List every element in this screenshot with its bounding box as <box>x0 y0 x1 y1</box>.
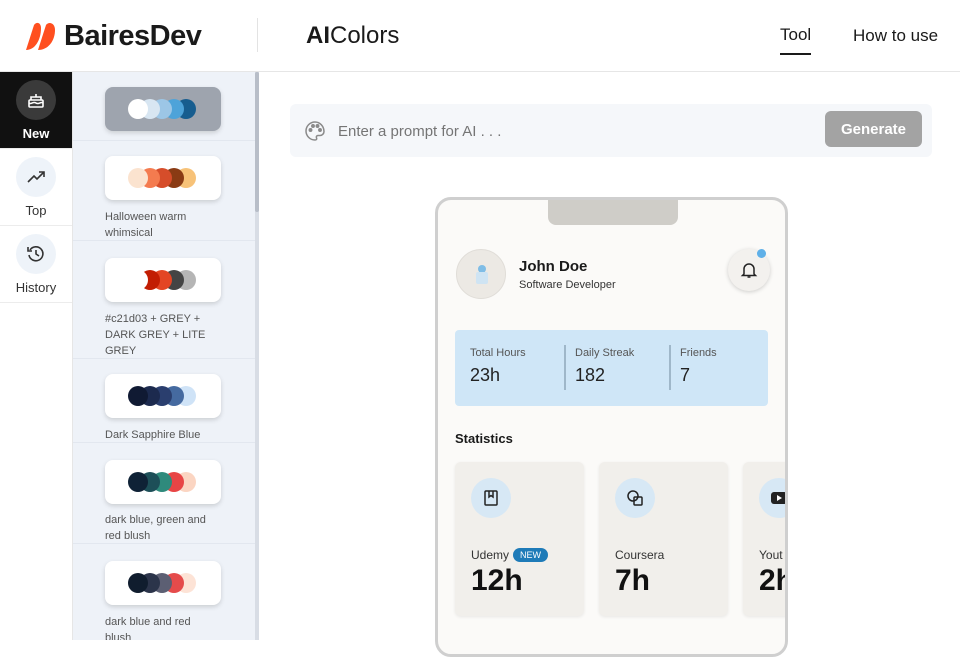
avatar-body <box>476 272 488 284</box>
course-hours: 7h <box>615 564 651 597</box>
left-rail: New Top History <box>0 72 73 640</box>
trending-up-icon <box>16 157 56 197</box>
color-swatch <box>128 573 148 593</box>
history-icon <box>16 234 56 274</box>
user-name: John Doe <box>519 258 588 275</box>
palette-item[interactable]: dark blue, green and red blush <box>73 443 256 544</box>
palette-name: Dark Sapphire Blue <box>105 429 201 441</box>
stat-value: 182 <box>575 365 606 385</box>
palette-card[interactable] <box>105 561 221 605</box>
generate-button[interactable]: Generate <box>825 111 922 147</box>
course-card-youtube[interactable]: Yout 2h <box>743 462 785 616</box>
shapes-icon <box>615 478 655 518</box>
stat-label: Daily Streak <box>575 347 635 359</box>
nav-tab-tool[interactable]: Tool <box>780 25 812 55</box>
palette-swatches <box>128 386 198 406</box>
phone-notch <box>548 200 678 225</box>
avatar <box>456 249 506 299</box>
palette-swatches <box>128 472 198 492</box>
stats-card: Total Hours 23h Daily Streak 182 Friends… <box>455 330 768 406</box>
palette-card[interactable] <box>105 156 221 200</box>
notification-dot <box>757 249 766 258</box>
palette-card[interactable] <box>105 258 221 302</box>
new-badge: NEW <box>513 548 549 562</box>
color-swatch <box>128 472 148 492</box>
palette-card-selected[interactable] <box>105 87 221 131</box>
palette-swatches <box>128 99 198 119</box>
stat-daily-streak: Daily Streak 182 <box>575 347 634 386</box>
phone-preview: John Doe Software Developer Total Hours … <box>435 197 788 657</box>
stat-total-hours: Total Hours 23h <box>470 347 526 386</box>
book-icon <box>471 478 511 518</box>
stat-divider <box>564 345 566 390</box>
color-swatch <box>128 99 148 119</box>
color-swatch <box>128 386 148 406</box>
rail-item-top[interactable]: Top <box>0 149 72 226</box>
rail-item-new[interactable]: New <box>0 72 72 149</box>
cake-icon <box>16 80 56 120</box>
brand-logo[interactable]: BairesDev <box>24 20 202 53</box>
palette-item[interactable] <box>73 72 256 141</box>
palette-name: dark blue, green and red blush <box>105 514 206 542</box>
bell-icon <box>740 263 758 278</box>
course-name-text: Udemy <box>471 548 510 562</box>
palette-card[interactable] <box>105 374 221 418</box>
rail-label-new: New <box>22 126 50 141</box>
palette-name: Halloween warm whimsical <box>105 211 187 239</box>
stat-label: Friends <box>680 347 717 359</box>
palette-name: dark blue and red blush <box>105 616 191 640</box>
color-swatch <box>128 168 148 188</box>
palette-item[interactable]: #c21d03 + GREY + DARK GREY + LITE GREY <box>73 241 256 359</box>
user-role: Software Developer <box>519 279 616 291</box>
palette-item[interactable]: Halloween warm whimsical <box>73 141 256 241</box>
stat-value: 7 <box>680 365 691 385</box>
brand-name: BairesDev <box>64 20 202 52</box>
palette-item[interactable]: Dark Sapphire Blue <box>73 359 256 443</box>
course-name: Coursera <box>615 548 665 562</box>
course-card-udemy[interactable]: Udemy NEW 12h <box>455 462 584 616</box>
video-icon <box>759 478 785 518</box>
palette-list: Halloween warm whimsical #c21d03 + GREY … <box>73 72 259 640</box>
app-header: BairesDev AIColors Tool How to use <box>0 0 960 72</box>
rail-label-history: History <box>15 280 57 295</box>
palette-card[interactable] <box>105 460 221 504</box>
palette-icon <box>304 120 326 147</box>
course-hours: 2h <box>759 564 785 597</box>
product-title-ai: AI <box>306 22 330 49</box>
palette-name: #c21d03 + GREY + DARK GREY + LITE GREY <box>105 313 206 357</box>
course-card-coursera[interactable]: Coursera 7h <box>599 462 728 616</box>
product-title-colors: Colors <box>330 22 400 49</box>
rail-label-top: Top <box>25 203 47 218</box>
course-name: Yout <box>759 548 783 562</box>
palette-list-scroll-thumb[interactable] <box>255 72 259 212</box>
stat-divider <box>669 345 671 390</box>
stat-label: Total Hours <box>470 347 526 359</box>
rail-item-history[interactable]: History <box>0 226 72 303</box>
color-swatch <box>128 270 148 290</box>
stat-value: 23h <box>470 365 501 385</box>
course-hours: 12h <box>471 564 523 597</box>
nav-tab-how-to-use[interactable]: How to use <box>853 26 938 46</box>
palette-swatches <box>128 270 198 290</box>
header-divider <box>257 18 258 52</box>
prompt-input[interactable] <box>338 120 818 142</box>
prompt-bar: Generate <box>290 104 932 157</box>
palette-item[interactable]: dark blue and red blush <box>73 544 256 640</box>
palette-swatches <box>128 573 198 593</box>
section-title: Statistics <box>455 431 513 446</box>
palette-swatches <box>128 168 198 188</box>
course-name: Udemy NEW <box>471 548 549 562</box>
stat-friends: Friends 7 <box>680 347 717 386</box>
product-title: AIColors <box>306 22 399 50</box>
brand-logo-mark <box>26 22 55 50</box>
